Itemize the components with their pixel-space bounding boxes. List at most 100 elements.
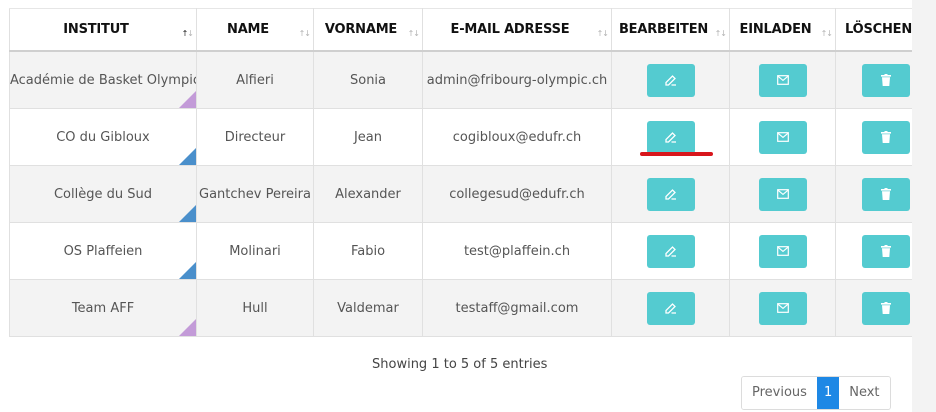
cell-institut: Team AFF — [9, 279, 197, 337]
sort-down-arrow: ↓ — [826, 29, 833, 38]
sort-icon[interactable]: ↑↓ — [597, 29, 609, 38]
column-header-label: E-MAIL ADRESSE — [450, 22, 570, 37]
cell-vorname: Valdemar — [313, 279, 423, 337]
row-type-marker — [179, 91, 196, 108]
cell-email: collegesud@edufr.ch — [422, 165, 612, 223]
cell-name: Alfieri — [196, 51, 314, 109]
delete-button[interactable] — [861, 177, 910, 211]
sort-icon[interactable]: ↑↓ — [821, 29, 833, 38]
column-header-label: VORNAME — [324, 22, 398, 37]
table-row: Collège du Sud Gantchev Pereira Alexander c… — [9, 165, 936, 223]
column-header-vorname[interactable]: VORNAME ↑↓ — [313, 8, 423, 52]
cell-email: testaff@gmail.com — [422, 279, 612, 337]
trash-icon — [880, 73, 891, 87]
invite-button[interactable] — [758, 234, 807, 268]
column-header-institut[interactable]: INSTITUT ↑↓ — [9, 8, 197, 52]
cell-edit — [611, 51, 730, 109]
delete-button[interactable] — [861, 120, 910, 154]
cell-invite — [729, 279, 836, 337]
invite-button[interactable] — [758, 291, 807, 325]
cell-institut: CO du Gibloux — [9, 108, 197, 166]
envelope-icon — [776, 244, 789, 258]
cell-email: cogibloux@edufr.ch — [422, 108, 612, 166]
cell-name: Gantchev Pereira — [196, 165, 314, 223]
cell-name: Hull — [196, 279, 314, 337]
institut-text: CO du Gibloux — [56, 129, 150, 145]
invite-button[interactable] — [758, 63, 807, 97]
column-header-label: LÖSCHEN — [844, 22, 912, 37]
cell-institut: Académie de Basket Olympic — [9, 51, 197, 109]
envelope-icon — [776, 187, 789, 201]
sort-down-arrow: ↓ — [720, 29, 727, 38]
highlight-underline — [640, 152, 713, 156]
trash-icon — [880, 244, 891, 258]
entries-info: Showing 1 to 5 of 5 entries — [372, 357, 548, 372]
cell-invite — [729, 165, 836, 223]
table-row: Académie de Basket Olympic Alfieri Sonia ad… — [9, 51, 936, 109]
invite-button[interactable] — [758, 120, 807, 154]
sort-icon[interactable]: ↑↓ — [408, 29, 420, 38]
edit-button[interactable] — [646, 177, 695, 211]
institut-text: OS Plaffeien — [63, 243, 143, 259]
cell-vorname: Fabio — [313, 222, 423, 280]
cell-vorname: Sonia — [313, 51, 423, 109]
delete-button[interactable] — [861, 63, 910, 97]
cell-institut: OS Plaffeien — [9, 222, 197, 280]
vertical-scrollbar[interactable] — [912, 0, 936, 412]
sort-icon[interactable]: ↑↓ — [715, 29, 727, 38]
users-table: INSTITUT ↑↓ NAME ↑↓ VORNAME ↑↓ E-MAIL ADRESSE ↑… — [9, 8, 936, 337]
column-header-e-mail-adresse[interactable]: E-MAIL ADRESSE ↑↓ — [422, 8, 612, 52]
page: INSTITUT ↑↓ NAME ↑↓ VORNAME ↑↓ E-MAIL ADRESSE ↑… — [0, 0, 936, 412]
sort-icon[interactable]: ↑↓ — [182, 29, 194, 38]
cell-edit — [611, 222, 730, 280]
edit-icon — [664, 130, 677, 144]
column-header-label: INSTITUT — [63, 22, 129, 37]
next-page-button[interactable]: Next — [839, 377, 890, 409]
table-body: Académie de Basket Olympic Alfieri Sonia ad… — [9, 51, 936, 337]
column-header-label: NAME — [227, 22, 269, 37]
institut-text: Académie de Basket Olympic — [10, 72, 197, 88]
invite-button[interactable] — [758, 177, 807, 211]
table-row: OS Plaffeien Molinari Fabio test@plaffein.c… — [9, 222, 936, 280]
cell-invite — [729, 108, 836, 166]
edit-button[interactable] — [646, 234, 695, 268]
institut-text: Team AFF — [71, 300, 135, 316]
envelope-icon — [776, 130, 789, 144]
delete-button[interactable] — [861, 291, 910, 325]
table-header-row: INSTITUT ↑↓ NAME ↑↓ VORNAME ↑↓ E-MAIL ADRESSE ↑… — [9, 8, 936, 52]
column-header-bearbeiten[interactable]: BEARBEITEN ↑↓ — [611, 8, 730, 52]
envelope-icon — [776, 73, 789, 87]
edit-button[interactable] — [646, 63, 695, 97]
delete-button[interactable] — [861, 234, 910, 268]
cell-institut: Collège du Sud — [9, 165, 197, 223]
cell-edit — [611, 165, 730, 223]
column-header-label: BEARBEITEN — [618, 22, 709, 37]
cell-email: test@plaffein.ch — [422, 222, 612, 280]
sort-icon[interactable]: ↑↓ — [299, 29, 311, 38]
column-header-label: EINLADEN — [739, 22, 812, 37]
sort-down-arrow: ↓ — [602, 29, 609, 38]
cell-invite — [729, 51, 836, 109]
cell-email: admin@fribourg-olympic.ch — [422, 51, 612, 109]
cell-edit — [611, 108, 730, 166]
envelope-icon — [776, 301, 789, 315]
row-type-marker — [179, 262, 196, 279]
previous-page-button[interactable]: Previous — [742, 377, 817, 409]
cell-invite — [729, 222, 836, 280]
cell-vorname: Alexander — [313, 165, 423, 223]
edit-icon — [664, 301, 677, 315]
edit-icon — [664, 73, 677, 87]
trash-icon — [880, 187, 891, 201]
column-header-einladen[interactable]: EINLADEN ↑↓ — [729, 8, 836, 52]
cell-vorname: Jean — [313, 108, 423, 166]
cell-name: Molinari — [196, 222, 314, 280]
edit-button[interactable] — [646, 291, 695, 325]
sort-down-arrow: ↓ — [304, 29, 311, 38]
edit-icon — [664, 187, 677, 201]
page-button-1[interactable]: 1 — [816, 377, 840, 409]
row-type-marker — [179, 319, 196, 336]
edit-button[interactable] — [646, 120, 695, 154]
pagination: Previous 1 Next — [741, 376, 891, 410]
column-header-name[interactable]: NAME ↑↓ — [196, 8, 314, 52]
table-row: CO du Gibloux Directeur Jean cogibloux@eduf… — [9, 108, 936, 166]
